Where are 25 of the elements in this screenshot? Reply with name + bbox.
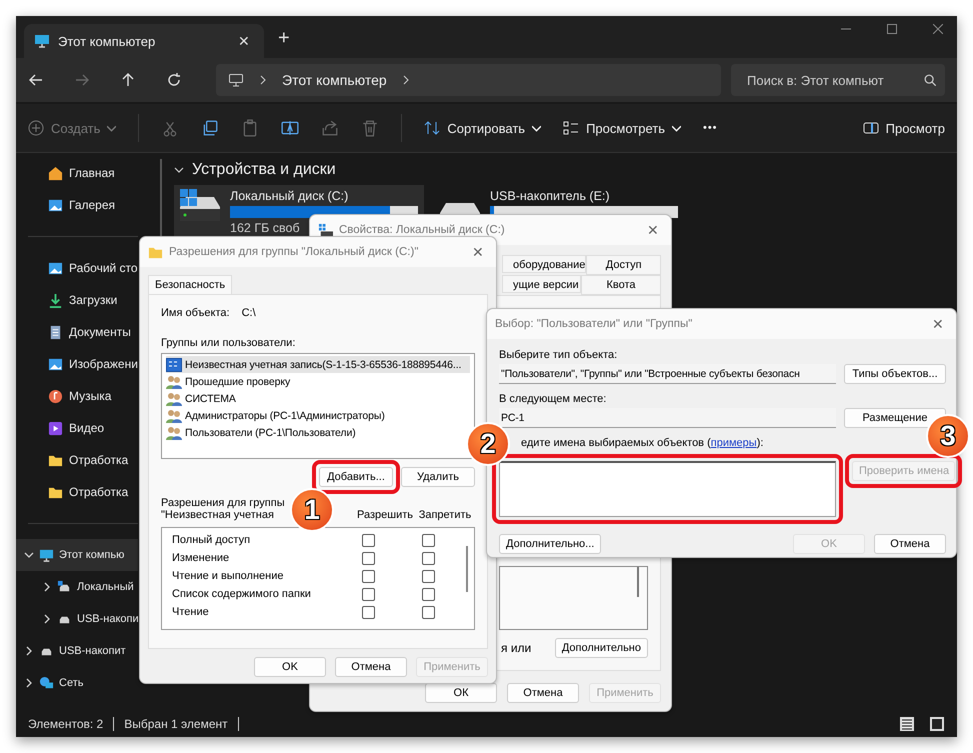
object-name: C:\ — [242, 307, 256, 319]
drive-name: Локальный диск (C:) — [230, 189, 350, 203]
item-count: Элементов: 2 — [28, 717, 104, 731]
field-label: Выберите тип объекта: — [499, 349, 618, 361]
permissions-label: Разрешения для группы — [161, 497, 285, 509]
column-header: Запретить — [418, 509, 472, 521]
field-label: Группы или пользователи: — [161, 337, 296, 349]
field-label: Имя объекта: — [161, 307, 230, 319]
location-field: PC-1 — [499, 408, 836, 428]
column-header: Разрешить — [356, 509, 414, 521]
tab-title: Этот компьютер — [58, 34, 156, 48]
permission-name: Список содержимого папки — [172, 588, 312, 600]
field-label: В следующем месте: — [499, 393, 608, 405]
drive-name: USB-накопитель (E:) — [490, 189, 611, 203]
permission-name: Чтение — [172, 606, 210, 618]
object-type-field: "Пользователи", "Группы" или "Встроенные субъекты безопасн — [499, 364, 836, 384]
permission-name: Изменение — [172, 552, 230, 564]
permission-name: Полный доступ — [172, 534, 252, 546]
free-space-text: 162 ГБ своб — [230, 221, 300, 235]
permissions-label: "Неизвестная учетная — [161, 509, 274, 521]
permission-name: Чтение и выполнение — [172, 570, 284, 582]
selection-count: Выбран 1 элемент — [124, 717, 228, 731]
field-label: едите имена выбираемых объектов (примеры): — [521, 437, 764, 449]
dialog-title: Выбор: "Пользователи" или "Группы" — [495, 318, 692, 330]
description-text: я или — [501, 641, 532, 655]
